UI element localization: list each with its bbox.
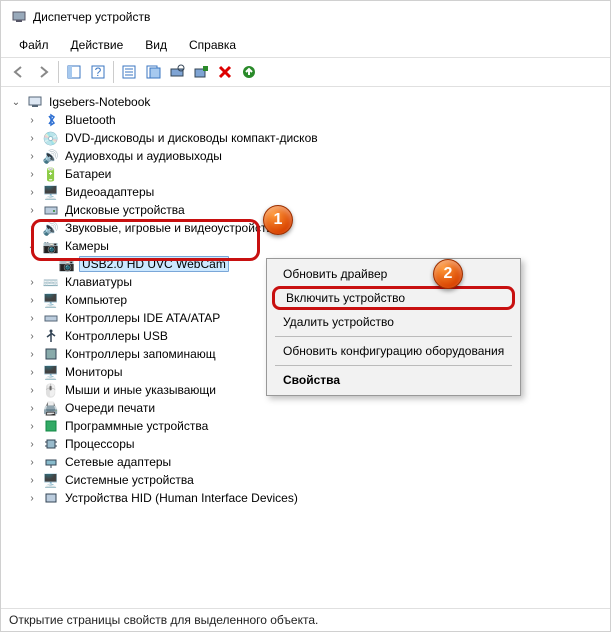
tree-node-software[interactable]: ›Программные устройства <box>23 417 606 435</box>
marker-1: 1 <box>263 205 293 235</box>
tree-node-batteries[interactable]: ›🔋Батареи <box>23 165 606 183</box>
tree-root[interactable]: ⌄ Igsebers-Notebook <box>7 93 606 111</box>
context-menu: Обновить драйвер Включить устройство Уда… <box>266 258 521 396</box>
context-delete-device[interactable]: Удалить устройство <box>269 311 518 333</box>
cpu-icon <box>43 436 59 452</box>
expand-icon[interactable]: › <box>25 493 39 504</box>
expand-icon[interactable]: › <box>25 169 39 180</box>
disc-icon: 💿 <box>43 130 59 146</box>
toolbar-separator <box>113 61 114 83</box>
expand-icon[interactable]: › <box>25 295 39 306</box>
expand-icon[interactable]: › <box>25 277 39 288</box>
tree-node-bluetooth[interactable]: ›Bluetooth <box>23 111 606 129</box>
tree-node-cameras[interactable]: ⌄📷Камеры <box>23 237 606 255</box>
statusbar: Открытие страницы свойств для выделенног… <box>1 608 610 631</box>
expand-icon[interactable]: › <box>25 439 39 450</box>
menu-file[interactable]: Файл <box>9 35 59 55</box>
uninstall-button[interactable] <box>213 60 237 84</box>
camera-device-icon: 📷 <box>59 256 75 272</box>
forward-button[interactable] <box>31 60 55 84</box>
expand-icon[interactable]: › <box>25 349 39 360</box>
options-button[interactable] <box>141 60 165 84</box>
storage-icon <box>43 346 59 362</box>
tree-node-audio[interactable]: ›🔊Аудиовходы и аудиовыходы <box>23 147 606 165</box>
collapse-icon[interactable]: ⌄ <box>9 97 23 108</box>
device-tree[interactable]: ⌄ Igsebers-Notebook ›Bluetooth ›💿DVD-дис… <box>1 87 610 608</box>
marker-2: 2 <box>433 259 463 289</box>
tree-root-label: Igsebers-Notebook <box>47 95 152 109</box>
expand-icon[interactable]: › <box>25 457 39 468</box>
expand-icon[interactable]: › <box>25 475 39 486</box>
help-button[interactable]: ? <box>86 60 110 84</box>
sound-icon: 🔊 <box>43 220 59 236</box>
menu-action[interactable]: Действие <box>61 35 134 55</box>
system-icon: 🖥️ <box>43 472 59 488</box>
hid-icon <box>43 490 59 506</box>
enable-device-button[interactable] <box>237 60 261 84</box>
expand-icon[interactable]: › <box>25 205 39 216</box>
selected-device-label: USB2.0 HD UVC WebCam <box>79 256 229 272</box>
tree-node-sound[interactable]: ›🔊Звуковые, игровые и видеоустройства <box>23 219 606 237</box>
context-scan-hardware[interactable]: Обновить конфигурацию оборудования <box>269 340 518 362</box>
tree-node-video[interactable]: ›🖥️Видеоадаптеры <box>23 183 606 201</box>
software-icon <box>43 418 59 434</box>
bluetooth-icon <box>43 112 59 128</box>
app-icon <box>11 9 27 25</box>
expand-icon[interactable]: › <box>25 367 39 378</box>
collapse-icon[interactable]: ⌄ <box>25 241 39 252</box>
window-title: Диспетчер устройств <box>33 10 150 24</box>
computer-icon <box>27 94 43 110</box>
monitor-icon: 🖥️ <box>43 364 59 380</box>
network-icon <box>43 454 59 470</box>
context-enable-device[interactable]: Включить устройство <box>272 286 515 310</box>
mouse-icon: 🖱️ <box>43 382 59 398</box>
toolbar-separator <box>58 61 59 83</box>
tree-node-dvd[interactable]: ›💿DVD-дисководы и дисководы компакт-диск… <box>23 129 606 147</box>
expand-icon[interactable]: › <box>25 115 39 126</box>
back-button[interactable] <box>7 60 31 84</box>
expand-icon[interactable]: › <box>25 421 39 432</box>
audio-icon: 🔊 <box>43 148 59 164</box>
menu-help[interactable]: Справка <box>179 35 246 55</box>
menubar: Файл Действие Вид Справка <box>1 33 610 57</box>
properties-button[interactable] <box>117 60 141 84</box>
titlebar: Диспетчер устройств <box>1 1 610 33</box>
toolbar: ? <box>1 57 610 87</box>
tree-node-print[interactable]: ›🖨️Очереди печати <box>23 399 606 417</box>
tree-node-system[interactable]: ›🖥️Системные устройства <box>23 471 606 489</box>
expand-icon[interactable]: › <box>25 403 39 414</box>
drive-icon <box>43 202 59 218</box>
tree-node-cpu[interactable]: ›Процессоры <box>23 435 606 453</box>
ide-icon <box>43 310 59 326</box>
expand-icon[interactable]: › <box>25 151 39 162</box>
add-legacy-button[interactable] <box>189 60 213 84</box>
expand-icon[interactable]: › <box>25 133 39 144</box>
tree-node-disk[interactable]: ›Дисковые устройства <box>23 201 606 219</box>
computer-node-icon: 🖥️ <box>43 292 59 308</box>
context-separator <box>275 336 512 337</box>
expand-icon[interactable]: › <box>25 331 39 342</box>
battery-icon: 🔋 <box>43 166 59 182</box>
camera-icon: 📷 <box>43 238 59 254</box>
menu-view[interactable]: Вид <box>135 35 177 55</box>
expand-icon[interactable]: › <box>25 223 39 234</box>
expand-icon[interactable]: › <box>25 187 39 198</box>
device-manager-window: Диспетчер устройств Файл Действие Вид Сп… <box>0 0 611 632</box>
tree-node-network[interactable]: ›Сетевые адаптеры <box>23 453 606 471</box>
display-icon: 🖥️ <box>43 184 59 200</box>
printer-icon: 🖨️ <box>43 400 59 416</box>
tree-node-hid[interactable]: ›Устройства HID (Human Interface Devices… <box>23 489 606 507</box>
expand-icon[interactable]: › <box>25 385 39 396</box>
context-update-driver[interactable]: Обновить драйвер <box>269 263 518 285</box>
show-console-tree-button[interactable] <box>62 60 86 84</box>
status-text: Открытие страницы свойств для выделенног… <box>9 613 318 627</box>
usb-icon <box>43 328 59 344</box>
keyboard-icon: ⌨️ <box>43 274 59 290</box>
context-separator <box>275 365 512 366</box>
scan-hardware-button[interactable] <box>165 60 189 84</box>
context-properties[interactable]: Свойства <box>269 369 518 391</box>
svg-text:?: ? <box>95 65 102 79</box>
expand-icon[interactable]: › <box>25 313 39 324</box>
